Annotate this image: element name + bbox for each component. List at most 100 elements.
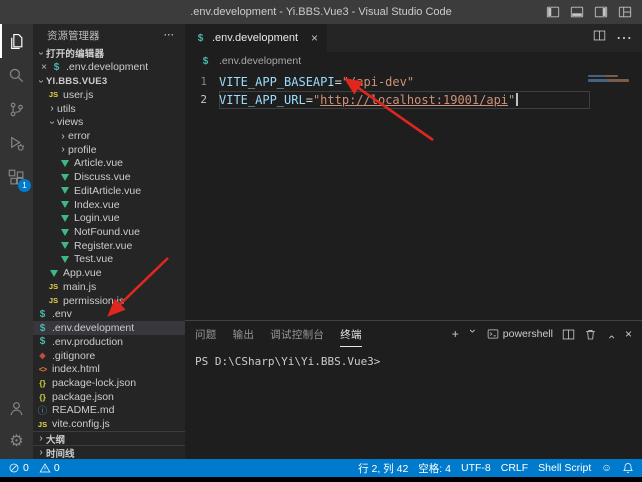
feedback-smiley-icon[interactable]: ☺ (601, 462, 612, 474)
kill-terminal-trash-icon[interactable] (584, 328, 597, 341)
new-terminal-icon[interactable]: + (452, 328, 459, 340)
file-tree-item[interactable]: <>index.html (33, 362, 185, 376)
line-number: 1 (185, 73, 219, 91)
settings-gear-icon[interactable]: ⚙ (0, 425, 33, 459)
url-link[interactable]: http://localhost:19001/api (320, 93, 508, 107)
file-tree-item[interactable]: ›utils (33, 102, 185, 116)
more-actions-icon[interactable]: ⋯ (616, 28, 632, 48)
status-item[interactable]: 行 2, 列 42 (358, 461, 408, 476)
workspace-header[interactable]: › YI.BBS.VUE3 (33, 74, 185, 88)
sidebar-title: 资源管理器 (47, 28, 100, 43)
json-file-icon: {} (36, 378, 49, 388)
problems-warnings[interactable]: 0 (39, 462, 60, 474)
close-panel-icon[interactable]: × (625, 328, 632, 340)
file-name: Login.vue (74, 212, 120, 224)
panel-tab[interactable]: 输出 (233, 321, 255, 347)
chevron-down-icon: › (36, 48, 47, 58)
notifications-bell-icon[interactable] (622, 462, 634, 474)
file-name: permission.js (63, 295, 124, 307)
toggle-secondary-sidebar-icon[interactable] (594, 5, 608, 19)
code-token: = (335, 75, 342, 89)
file-tree-item[interactable]: $.env (33, 308, 185, 322)
problems-errors[interactable]: 0 (8, 462, 29, 474)
vue-file-icon (58, 215, 71, 222)
file-tree-item[interactable]: Index.vue (33, 198, 185, 212)
file-name: .env.development (52, 322, 134, 334)
file-tree-item[interactable]: JSpermission.js (33, 294, 185, 308)
env-file-icon: $ (36, 323, 49, 334)
customize-layout-icon[interactable] (618, 5, 632, 19)
panel-tab[interactable]: 终端 (340, 321, 362, 347)
run-debug-icon[interactable] (0, 126, 33, 160)
vue-file-icon (47, 270, 60, 277)
js-file-icon: JS (47, 296, 60, 305)
file-tree-item[interactable]: ⓘREADME.md (33, 404, 185, 418)
toggle-panel-icon[interactable] (570, 5, 584, 19)
vue-file-icon (58, 242, 71, 249)
file-tree-item[interactable]: {}package-lock.json (33, 376, 185, 390)
panel-tab[interactable]: 调试控制台 (270, 321, 324, 347)
split-terminal-icon[interactable] (562, 328, 575, 341)
code-lines: 1VITE_APP_BASEAPI="/api-dev"2VITE_APP_UR… (185, 73, 642, 109)
split-editor-icon[interactable] (593, 29, 606, 47)
code-editor[interactable]: 1VITE_APP_BASEAPI="/api-dev"2VITE_APP_UR… (185, 70, 642, 320)
code-token: "/api-dev" (342, 75, 414, 89)
file-tree-item[interactable]: NotFound.vue (33, 225, 185, 239)
code-token: " (508, 93, 515, 107)
open-editors-header[interactable]: › 打开的编辑器 (33, 46, 185, 60)
chevron-right-icon: › (36, 447, 46, 458)
status-item[interactable]: CRLF (501, 461, 528, 476)
status-item[interactable]: 空格: 4 (418, 461, 451, 476)
status-item[interactable]: Shell Script (538, 461, 591, 476)
file-tree-item[interactable]: JSmain.js (33, 280, 185, 294)
file-tree-item[interactable]: Register.vue (33, 239, 185, 253)
file-tree-item[interactable]: $.env.development (33, 321, 185, 335)
open-editor-item[interactable]: × $ .env.development (33, 60, 185, 74)
code-line[interactable]: 1VITE_APP_BASEAPI="/api-dev" (185, 73, 642, 91)
more-actions-icon[interactable]: ⋯ (164, 29, 176, 41)
file-name: EditArticle.vue (74, 185, 141, 197)
file-tree-item[interactable]: ›views (33, 115, 185, 129)
toggle-sidebar-icon[interactable] (546, 5, 560, 19)
shell-label: powershell (503, 328, 553, 340)
extensions-icon[interactable]: 1 (0, 160, 33, 194)
terminal-shell-selector[interactable]: powershell (487, 328, 553, 340)
file-name: error (68, 130, 90, 142)
outline-section[interactable]: › 大纲 (33, 431, 185, 445)
account-icon[interactable] (0, 391, 33, 425)
file-name: utils (57, 103, 76, 115)
close-icon[interactable]: × (38, 62, 50, 73)
file-tree-item[interactable]: {}package.json (33, 390, 185, 404)
terminal-output[interactable]: PS D:\CSharp\Yi\Yi.BBS.Vue3> (185, 347, 642, 459)
tab-env-development[interactable]: $ .env.development × (185, 24, 327, 52)
source-control-icon[interactable] (0, 92, 33, 126)
tab-close-icon[interactable]: × (311, 31, 318, 45)
breadcrumb[interactable]: $ .env.development (185, 52, 642, 70)
file-tree-item[interactable]: JSvite.config.js (33, 417, 185, 431)
code-token: VITE_APP_BASEAPI (219, 75, 335, 89)
file-tree-item[interactable]: Login.vue (33, 211, 185, 225)
file-tree-item[interactable]: Test.vue (33, 253, 185, 267)
file-tree-item[interactable]: $.env.production (33, 335, 185, 349)
minimap[interactable] (588, 75, 632, 84)
file-tree-item[interactable]: Discuss.vue (33, 170, 185, 184)
file-tree-item[interactable]: ›profile (33, 143, 185, 157)
chevron-down-icon[interactable]: › (467, 329, 479, 339)
vue-file-icon (58, 201, 71, 208)
file-tree-item[interactable]: JSuser.js (33, 88, 185, 102)
maximize-panel-icon[interactable]: › (605, 329, 617, 339)
file-tree-item[interactable]: App.vue (33, 266, 185, 280)
code-line[interactable]: 2VITE_APP_URL="http://localhost:19001/ap… (185, 91, 642, 109)
json-file-icon: {} (36, 392, 49, 402)
search-icon[interactable] (0, 58, 33, 92)
file-name: .env (52, 308, 72, 320)
timeline-section[interactable]: › 时间线 (33, 445, 185, 459)
file-tree-item[interactable]: ◆.gitignore (33, 349, 185, 363)
panel-tab[interactable]: 问题 (195, 321, 217, 347)
file-tree-item[interactable]: EditArticle.vue (33, 184, 185, 198)
file-tree-item[interactable]: ›error (33, 129, 185, 143)
file-name: Test.vue (74, 253, 113, 265)
explorer-icon[interactable] (0, 24, 33, 58)
file-tree-item[interactable]: Article.vue (33, 157, 185, 171)
status-item[interactable]: UTF-8 (461, 461, 491, 476)
